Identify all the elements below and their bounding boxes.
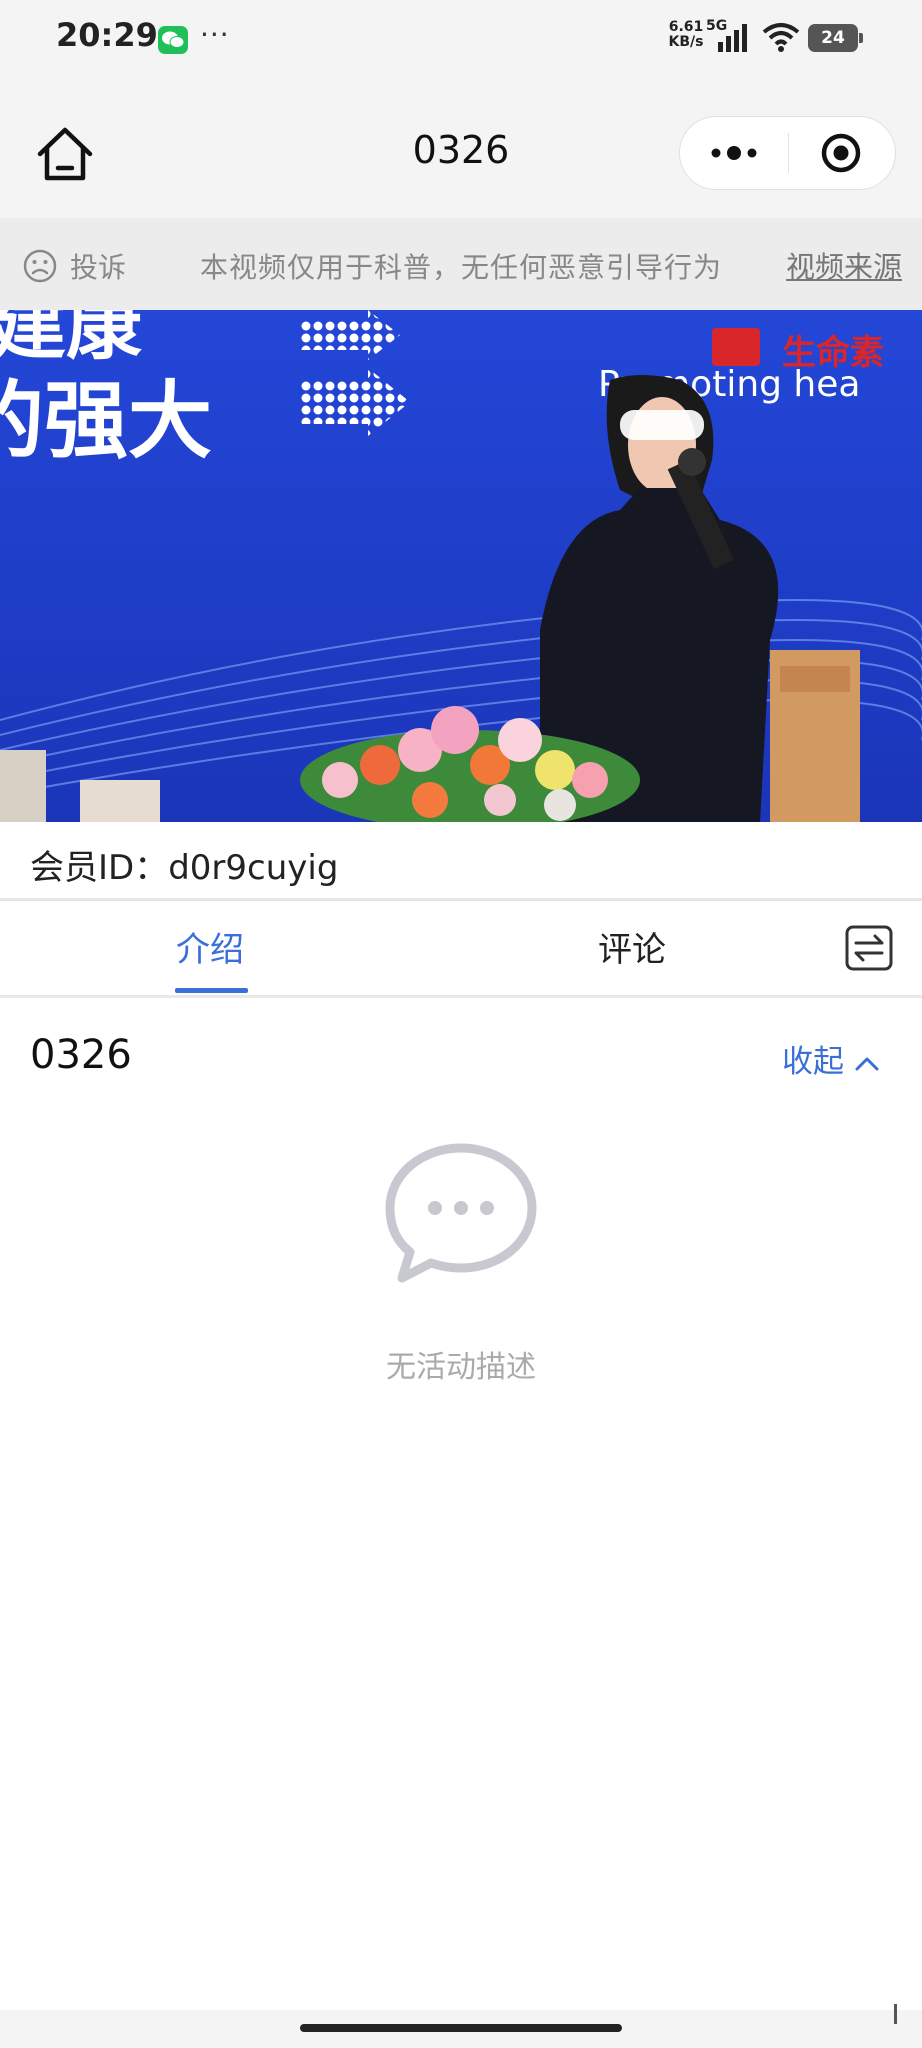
wifi-icon [762, 23, 800, 52]
complain-button[interactable]: 投诉 [70, 246, 126, 286]
empty-description: 无活动描述 [386, 1350, 536, 1385]
collapse-label: 收起 [782, 1044, 844, 1080]
edge-marker [894, 2004, 897, 2024]
tab-comments[interactable]: 评论 [572, 922, 692, 971]
network-speed-value: 6.61 [668, 19, 704, 35]
tab-bar [0, 901, 922, 997]
collapse-button[interactable]: 收起 [782, 1036, 880, 1081]
active-tab-indicator [175, 988, 248, 993]
network-speed: 6.61 KB/s [664, 20, 708, 50]
video-backdrop-text-2: 的强大 [0, 372, 212, 470]
miniprogram-capsule [679, 116, 896, 190]
battery-indicator: 24 [808, 24, 863, 52]
close-miniprogram-icon[interactable] [789, 117, 895, 189]
more-options-icon[interactable] [680, 117, 788, 189]
chevron-up-icon [854, 1044, 880, 1080]
divider [0, 995, 922, 998]
video-backdrop-text-1: 建康 [0, 310, 142, 370]
notification-more-icon: ··· [200, 18, 230, 51]
switch-layout-icon[interactable] [844, 924, 894, 972]
member-id: 会员ID：d0r9cuyig [30, 848, 339, 888]
chat-bubble-icon [385, 1143, 537, 1283]
signal-icon [718, 24, 747, 52]
tab-intro[interactable]: 介绍 [150, 922, 270, 971]
network-speed-unit: KB/s [668, 34, 704, 50]
disclaimer-marquee: 本视频仅用于科普，无任何恶意引导行为 [200, 251, 720, 284]
wechat-icon [158, 26, 188, 54]
home-indicator[interactable] [300, 2024, 622, 2032]
sad-face-icon[interactable] [22, 248, 58, 284]
status-time: 20:29 [56, 16, 158, 54]
video-player[interactable]: 建康 的强大 生命素 Promoting hea [0, 310, 922, 822]
activity-title: 0326 [30, 1032, 132, 1078]
video-source-link[interactable]: 视频来源 [786, 244, 902, 286]
